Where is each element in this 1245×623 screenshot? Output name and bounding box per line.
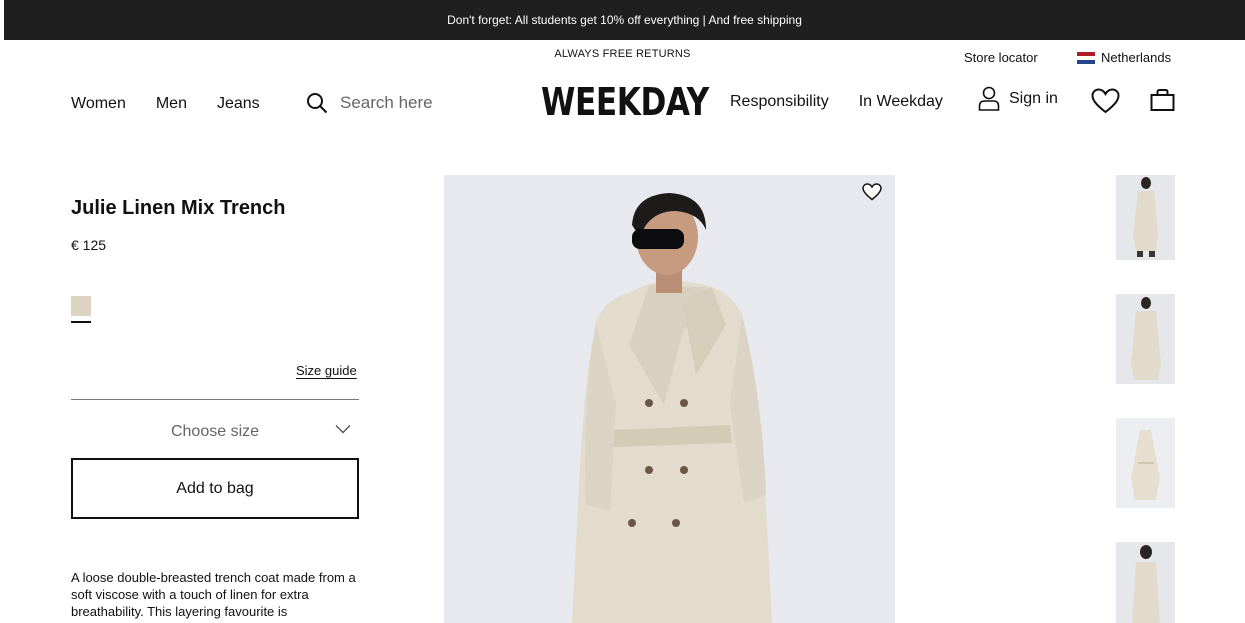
nav-women[interactable]: Women [71, 95, 126, 113]
divider [71, 399, 359, 400]
color-swatch[interactable] [71, 296, 91, 316]
heart-icon[interactable] [1091, 88, 1120, 114]
promo-bar: Don't forget: All students get 10% off e… [4, 0, 1245, 40]
size-dropdown-label: Choose size [170, 423, 260, 440]
model-photo [444, 175, 895, 623]
product-description: A loose double-breasted trench coat made… [71, 570, 356, 619]
add-to-bag-button[interactable]: Add to bag [71, 458, 359, 519]
nav-men[interactable]: Men [156, 95, 187, 113]
thumbnail-photo [1116, 542, 1175, 623]
store-locator-link[interactable]: Store locator [964, 50, 1038, 65]
flag-nl-icon [1077, 51, 1095, 64]
nav-responsibility[interactable]: Responsibility [730, 93, 829, 111]
product-price: € 125 [71, 237, 107, 253]
user-icon [978, 86, 1000, 111]
free-returns-notice: ALWAYS FREE RETURNS [554, 48, 691, 60]
product-title: Julie Linen Mix Trench [71, 197, 286, 219]
product-thumbnail-1[interactable] [1116, 175, 1175, 260]
size-dropdown[interactable]: Choose size [71, 410, 359, 454]
selected-swatch-indicator [71, 321, 91, 323]
product-thumbnail-2[interactable] [1116, 294, 1175, 384]
promo-text: Don't forget: All students get 10% off e… [447, 13, 802, 27]
product-thumbnail-3[interactable] [1116, 418, 1175, 508]
search-icon[interactable] [306, 92, 328, 114]
thumbnail-photo [1116, 294, 1175, 384]
country-label: Netherlands [1101, 50, 1172, 65]
country-selector[interactable]: Netherlands [1077, 50, 1171, 65]
secondary-nav: Responsibility In Weekday [730, 93, 943, 111]
weekday-logo[interactable]: WEEKDAY [541, 80, 709, 124]
search-bar [306, 92, 500, 114]
sign-in-label: Sign in [1009, 89, 1058, 107]
size-guide-link[interactable]: Size guide [296, 363, 357, 378]
product-thumbnail-4[interactable] [1116, 542, 1175, 623]
product-main-image[interactable] [444, 175, 895, 623]
chevron-down-icon [335, 425, 351, 434]
nav-jeans[interactable]: Jeans [217, 95, 260, 113]
nav-in-weekday[interactable]: In Weekday [859, 93, 943, 111]
add-to-wishlist-icon[interactable] [862, 183, 882, 201]
bag-icon[interactable] [1150, 88, 1175, 113]
thumbnail-photo [1116, 418, 1175, 508]
thumbnail-photo [1116, 175, 1175, 260]
sign-in-button[interactable]: Sign in [978, 86, 1058, 111]
search-input[interactable] [340, 93, 500, 113]
main-nav: Women Men Jeans [71, 95, 260, 113]
